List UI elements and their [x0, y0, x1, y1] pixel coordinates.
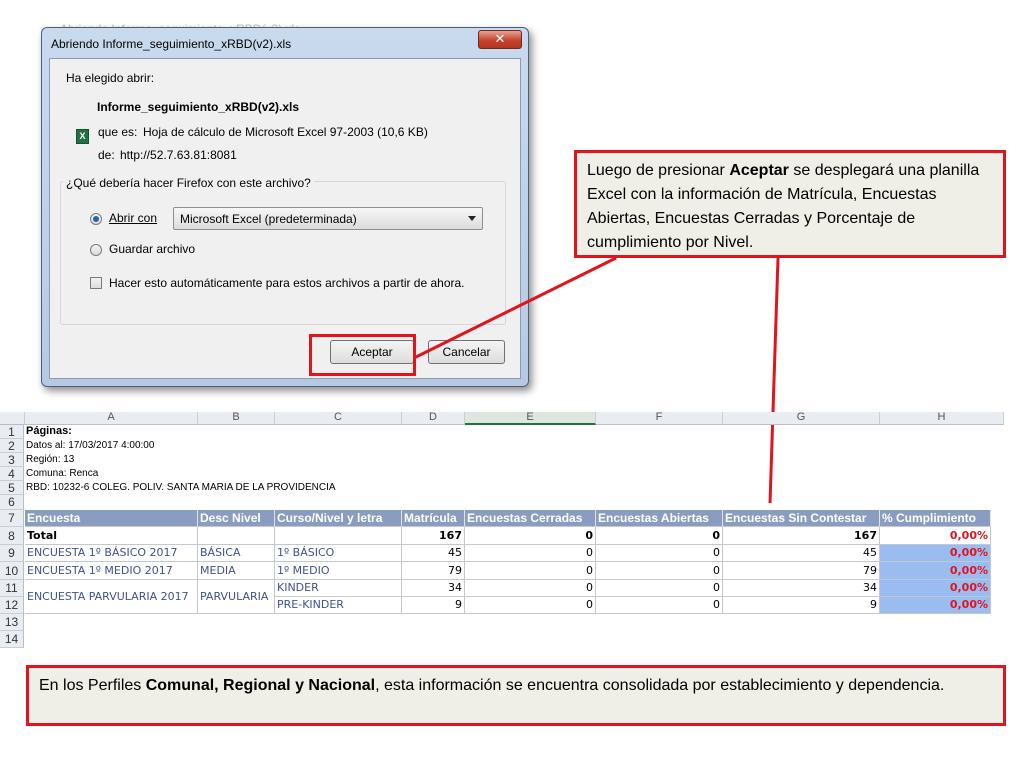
total-abiertas-cell[interactable]: 0: [596, 527, 723, 545]
table-cell-abiertas[interactable]: 0: [596, 562, 723, 580]
column-header-c[interactable]: C: [275, 412, 402, 425]
total-cerradas-cell[interactable]: 0: [465, 527, 596, 545]
meta-date: Datos al: 17/03/2017 4:00:00: [26, 440, 155, 451]
table-cell-encuesta[interactable]: ENCUESTA 1º MEDIO 2017: [25, 562, 198, 580]
total-label-cell[interactable]: Total: [25, 527, 198, 545]
row-header-5[interactable]: 5: [0, 481, 24, 495]
table-header-desc-nivel[interactable]: Desc Nivel: [198, 510, 275, 527]
table-cell-sin-contestar[interactable]: 9: [723, 597, 880, 614]
callout-bottom-bold: Comunal, Regional y Nacional: [145, 677, 376, 694]
table-cell-curso[interactable]: PRE-KINDER: [275, 597, 402, 614]
callout-top-text-start: Luego de presionar: [587, 162, 730, 179]
table-header-encuesta[interactable]: Encuesta: [25, 510, 198, 527]
table-cell-cumplimiento[interactable]: 0,00%: [880, 580, 991, 597]
table-header-curso[interactable]: Curso/Nivel y letra: [275, 510, 402, 527]
column-header-a[interactable]: A: [25, 412, 198, 425]
row-header-6[interactable]: 6: [0, 495, 24, 510]
table-header-abiertas[interactable]: Encuestas Abiertas: [596, 510, 723, 527]
total-cumplimiento-cell[interactable]: 0,00%: [880, 527, 991, 545]
table-cell-cumplimiento[interactable]: 0,00%: [880, 545, 991, 562]
table-cell-matricula[interactable]: 9: [402, 597, 465, 614]
table-cell-encuesta[interactable]: ENCUESTA 1º BÁSICO 2017: [25, 545, 198, 562]
callout-bottom-text-start: En los Perfiles: [39, 677, 146, 694]
column-header-e[interactable]: E: [465, 412, 596, 425]
table-cell-cerradas[interactable]: 0: [465, 562, 596, 580]
total-empty-cell[interactable]: [198, 527, 275, 545]
table-cell-matricula[interactable]: 45: [402, 545, 465, 562]
table-cell-abiertas[interactable]: 0: [596, 580, 723, 597]
row-header-8[interactable]: 8: [0, 527, 24, 545]
row-header-11[interactable]: 11: [0, 580, 24, 597]
callout-profiles-explanation: En los Perfiles Comunal, Regional y Naci…: [26, 665, 1006, 726]
table-cell-matricula[interactable]: 34: [402, 580, 465, 597]
table-header-cerradas[interactable]: Encuestas Cerradas: [465, 510, 596, 527]
table-cell-matricula[interactable]: 79: [402, 562, 465, 580]
connector-accept-to-callout: [413, 256, 617, 360]
table-cell-cumplimiento[interactable]: 0,00%: [880, 562, 991, 580]
table-cell-nivel[interactable]: BÁSICA: [198, 545, 275, 562]
total-empty-cell[interactable]: [275, 527, 402, 545]
table-cell-curso[interactable]: 1º BÁSICO: [275, 545, 402, 562]
row-header-1[interactable]: 1: [0, 425, 24, 439]
table-cell-sin-contestar[interactable]: 79: [723, 562, 880, 580]
row-header-14[interactable]: 14: [0, 631, 24, 648]
total-matricula-cell[interactable]: 167: [402, 527, 465, 545]
table-header-sin-contestar[interactable]: Encuestas Sin Contestar: [723, 510, 880, 527]
row-header-13[interactable]: 13: [0, 614, 24, 631]
row-header-7[interactable]: 7: [0, 510, 24, 527]
row-header-10[interactable]: 10: [0, 562, 24, 580]
row-header-9[interactable]: 9: [0, 545, 24, 562]
row-header-2[interactable]: 2: [0, 439, 24, 453]
meta-rbd: RBD: 10232-6 COLEG. POLIV. SANTA MARIA D…: [26, 482, 336, 493]
meta-region: Región: 13: [26, 454, 75, 465]
table-cell-cerradas[interactable]: 0: [465, 597, 596, 614]
table-cell-nivel[interactable]: MEDIA: [198, 562, 275, 580]
table-cell-cerradas[interactable]: 0: [465, 545, 596, 562]
row-header-12[interactable]: 12: [0, 597, 24, 614]
callout-bottom-text-end: , esta información se encuentra consolid…: [375, 677, 945, 694]
select-all-corner[interactable]: [0, 412, 25, 425]
table-cell-abiertas[interactable]: 0: [596, 545, 723, 562]
column-header-b[interactable]: B: [198, 412, 275, 425]
table-header-cumplimiento[interactable]: % Cumplimiento: [880, 510, 991, 527]
meta-comuna: Comuna: Renca: [26, 468, 99, 479]
table-cell-curso[interactable]: 1º MEDIO: [275, 562, 402, 580]
spreadsheet: A B C D E F G H 1 2 3 4 5 6 7 8 9 10 11 …: [0, 412, 1004, 650]
table-cell-curso[interactable]: KINDER: [275, 580, 402, 597]
total-sin-contestar-cell[interactable]: 167: [723, 527, 880, 545]
column-header-f[interactable]: F: [596, 412, 723, 425]
row-header-3[interactable]: 3: [0, 453, 24, 467]
table-cell-encuesta-merged[interactable]: ENCUESTA PARVULARIA 2017: [25, 580, 198, 614]
table-cell-cumplimiento[interactable]: 0,00%: [880, 597, 991, 614]
connector-lines: [413, 256, 780, 504]
column-header-h[interactable]: H: [880, 412, 1004, 425]
table-cell-cerradas[interactable]: 0: [465, 580, 596, 597]
column-header-d[interactable]: D: [402, 412, 465, 425]
table-header-matricula[interactable]: Matrícula: [402, 510, 465, 527]
accept-button-highlight: [309, 334, 416, 376]
meta-pages: Páginas:: [26, 425, 72, 437]
table-cell-nivel-merged[interactable]: PARVULARIA: [198, 580, 275, 614]
table-cell-abiertas[interactable]: 0: [596, 597, 723, 614]
table-cell-sin-contestar[interactable]: 34: [723, 580, 880, 597]
column-header-g[interactable]: G: [723, 412, 880, 425]
callout-accept-explanation: Luego de presionar Aceptar se desplegará…: [574, 150, 1006, 258]
table-cell-sin-contestar[interactable]: 45: [723, 545, 880, 562]
callout-top-bold: Aceptar: [729, 162, 789, 179]
row-header-4[interactable]: 4: [0, 467, 24, 481]
